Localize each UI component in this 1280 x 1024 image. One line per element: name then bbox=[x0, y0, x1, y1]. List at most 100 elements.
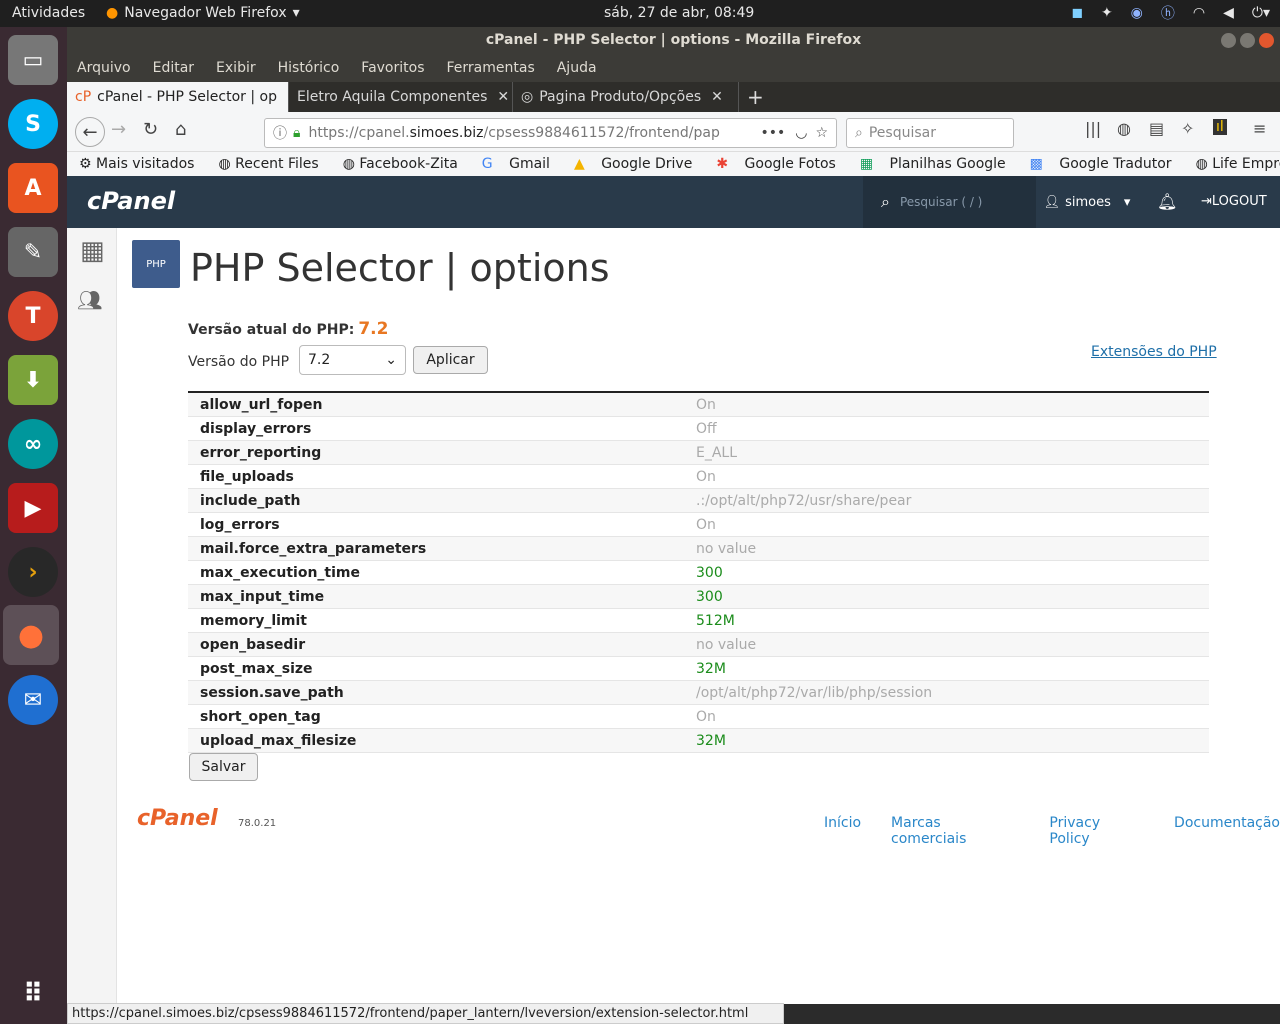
bookmark-star-icon[interactable]: ☆ bbox=[815, 125, 828, 141]
menu-arquivo[interactable]: Arquivo bbox=[77, 60, 131, 76]
close-tab-icon[interactable]: ✕ bbox=[711, 89, 723, 105]
footer-link-inicio[interactable]: Início bbox=[824, 815, 861, 847]
hamburger-menu-icon[interactable]: ≡ bbox=[1253, 119, 1266, 138]
forward-button[interactable]: → bbox=[111, 119, 126, 140]
option-value[interactable]: no value bbox=[696, 637, 756, 653]
save-button[interactable]: Salvar bbox=[189, 753, 258, 781]
tab-label: cPanel - PHP Selector | op bbox=[97, 89, 278, 105]
close-window-icon[interactable] bbox=[1259, 33, 1274, 48]
tab-cpanel[interactable]: cP cPanel - PHP Selector | op ✕ bbox=[67, 82, 289, 112]
bookmark-life-empresarial[interactable]: ◍ Life Empresarial - 000... bbox=[1196, 156, 1280, 172]
menu-editar[interactable]: Editar bbox=[153, 60, 194, 76]
qbittorrent-tray-icon[interactable]: ◉ bbox=[1131, 5, 1143, 21]
cpanel-logo[interactable]: cPanel bbox=[87, 187, 175, 215]
option-value[interactable]: 32M bbox=[696, 661, 726, 677]
option-value[interactable]: On bbox=[696, 517, 716, 533]
php-version-select[interactable]: 7.2 ⌄ bbox=[299, 345, 406, 375]
logout-button[interactable]: ⇥LOGOUT bbox=[1201, 194, 1267, 209]
menu-favoritos[interactable]: Favoritos bbox=[361, 60, 424, 76]
tab-pagina-produto[interactable]: ◎ Pagina Produto/Opções ✕ bbox=[513, 82, 739, 112]
footer-link-privacy[interactable]: Privacy Policy bbox=[1049, 815, 1144, 847]
option-value[interactable]: E_ALL bbox=[696, 445, 737, 461]
bookmark-google-drive[interactable]: ▲ Google Drive bbox=[574, 156, 704, 172]
home-button[interactable]: ⌂ bbox=[175, 119, 186, 140]
extension-icon[interactable]: ✧ bbox=[1181, 119, 1194, 138]
maximize-icon[interactable] bbox=[1240, 33, 1255, 48]
video-app-icon[interactable]: ▶ bbox=[8, 483, 58, 533]
search-icon: ⌕ bbox=[855, 125, 863, 141]
reload-button[interactable]: ↻ bbox=[143, 119, 158, 140]
users-icon[interactable]: 👥︎ bbox=[77, 288, 102, 312]
php-extensions-link[interactable]: Extensões do PHP bbox=[1091, 344, 1217, 360]
chevron-down-icon: ⌄ bbox=[385, 352, 397, 368]
page-actions-icon[interactable]: ••• bbox=[760, 125, 785, 141]
tab-eletro-aquila[interactable]: Eletro Aquila Componentes ✕ bbox=[289, 82, 513, 112]
typora-icon[interactable]: T bbox=[8, 291, 58, 341]
option-value[interactable]: On bbox=[696, 469, 716, 485]
firefox-dock-icon[interactable]: ● bbox=[3, 605, 59, 665]
extension-globe-icon[interactable]: ◍ bbox=[1117, 119, 1131, 138]
show-applications-icon[interactable]: ⠿ bbox=[8, 969, 58, 1019]
url-bar[interactable]: ⓘ 🔒︎ https://cpanel. simoes.biz/cpsess988… bbox=[264, 118, 837, 148]
minimize-icon[interactable] bbox=[1221, 33, 1236, 48]
menu-historico[interactable]: Histórico bbox=[278, 60, 340, 76]
dropbox-tray-icon[interactable]: ✦ bbox=[1101, 5, 1113, 21]
menu-bar: Arquivo Editar Exibir Histórico Favorito… bbox=[67, 54, 1280, 82]
option-value[interactable]: On bbox=[696, 709, 716, 725]
option-value[interactable]: Off bbox=[696, 421, 717, 437]
plex-icon[interactable]: › bbox=[8, 547, 58, 597]
power-icon[interactable]: ⏻▾ bbox=[1252, 5, 1270, 21]
menu-ajuda[interactable]: Ajuda bbox=[557, 60, 597, 76]
bookmark-google-fotos[interactable]: ✱ Google Fotos bbox=[716, 156, 847, 172]
footer-cpanel-logo[interactable]: cPanel bbox=[137, 806, 218, 831]
option-value[interactable]: /opt/alt/php72/var/lib/php/session bbox=[696, 685, 932, 701]
option-value[interactable]: 300 bbox=[696, 565, 723, 581]
bookmark-gmail[interactable]: G Gmail bbox=[482, 156, 562, 172]
close-tab-icon[interactable]: ✕ bbox=[497, 89, 509, 105]
option-value[interactable]: 300 bbox=[696, 589, 723, 605]
menu-ferramentas[interactable]: Ferramentas bbox=[447, 60, 535, 76]
volume-icon[interactable]: ◀ bbox=[1223, 5, 1234, 21]
arduino-icon[interactable]: ∞ bbox=[8, 419, 58, 469]
menu-exibir[interactable]: Exibir bbox=[216, 60, 256, 76]
sidebar-icon[interactable]: ▤ bbox=[1149, 119, 1164, 138]
clock[interactable]: sáb, 27 de abr, 08:49 bbox=[604, 5, 754, 21]
cpanel-search[interactable]: ⌕ Pesquisar ( / ) bbox=[863, 176, 1036, 228]
option-value[interactable]: On bbox=[696, 397, 716, 413]
bookmark-planilhas-google[interactable]: ▦ Planilhas Google bbox=[860, 156, 1018, 172]
search-box[interactable]: ⌕ Pesquisar bbox=[846, 118, 1014, 148]
download-manager-icon[interactable]: ⬇ bbox=[8, 355, 58, 405]
user-menu[interactable]: 👤︎ simoes ▾ bbox=[1037, 176, 1137, 228]
new-tab-button[interactable]: + bbox=[739, 82, 772, 112]
thunderbird-icon[interactable]: ✉ bbox=[8, 675, 58, 725]
file-manager-icon[interactable]: ▭ bbox=[8, 35, 58, 85]
apply-button[interactable]: Aplicar bbox=[413, 346, 488, 374]
option-value[interactable]: 32M bbox=[696, 733, 726, 749]
footer-link-documentacao[interactable]: Documentação bbox=[1174, 815, 1280, 847]
skype-icon[interactable]: S bbox=[8, 99, 58, 149]
option-value[interactable]: 512M bbox=[696, 613, 735, 629]
grid-icon[interactable]: ▦ bbox=[80, 238, 105, 264]
info-icon[interactable]: ⓘ bbox=[273, 123, 287, 143]
pocket-icon[interactable]: ◡ bbox=[795, 125, 807, 141]
activities-button[interactable]: Atividades bbox=[12, 5, 85, 21]
system-tools-icon[interactable]: ✎ bbox=[8, 227, 58, 277]
option-value[interactable]: .:/opt/alt/php72/usr/share/pear bbox=[696, 493, 911, 509]
option-value[interactable]: no value bbox=[696, 541, 756, 557]
username: simoes bbox=[1065, 194, 1111, 210]
software-center-icon[interactable]: A bbox=[8, 163, 58, 213]
app-menu[interactable]: ● Navegador Web Firefox ▾ bbox=[106, 5, 300, 21]
bookmark-facebook-zita[interactable]: ◍ Facebook-Zita bbox=[343, 156, 470, 172]
hp-tray-icon[interactable]: ⓗ bbox=[1161, 3, 1175, 23]
wifi-icon[interactable]: ◠ bbox=[1193, 5, 1205, 21]
back-button[interactable]: ← bbox=[75, 117, 105, 147]
bookmark-mais-visitados[interactable]: ⚙ Mais visitados bbox=[79, 156, 206, 172]
footer-link-marcas[interactable]: Marcas comerciais bbox=[891, 815, 1019, 847]
skype-tray-icon[interactable]: ◼ bbox=[1071, 5, 1083, 21]
bell-icon[interactable]: 🔔︎ bbox=[1157, 192, 1177, 211]
bookmark-recent-files[interactable]: ◍ Recent Files bbox=[218, 156, 330, 172]
bookmark-google-tradutor[interactable]: ▩ Google Tradutor bbox=[1030, 156, 1184, 172]
library-icon[interactable]: ||| bbox=[1085, 119, 1101, 138]
option-name: short_open_tag bbox=[200, 708, 321, 725]
analytics-icon[interactable]: ıl bbox=[1213, 119, 1227, 135]
